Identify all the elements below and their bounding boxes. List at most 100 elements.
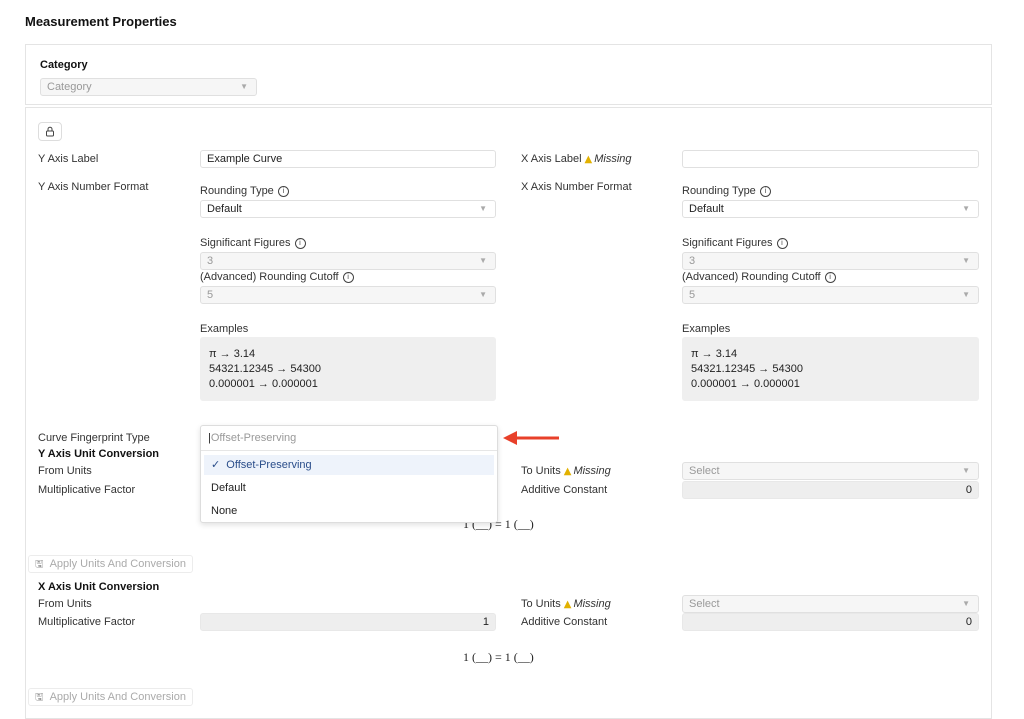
y-to-units-label: To Units ▲ Missing xyxy=(521,465,611,477)
x-sig-figs-select[interactable]: 3 ▼ xyxy=(682,252,979,270)
warning-icon: ▲ xyxy=(563,466,572,477)
y-example-line: 0.000001 → 0.000001 xyxy=(209,378,318,390)
chevron-down-icon: ▼ xyxy=(962,204,970,213)
fingerprint-search-input[interactable]: |Offset-Preserving xyxy=(201,426,497,451)
y-sig-figs-text: Significant Figures xyxy=(200,237,291,249)
y-examples-label: Examples xyxy=(200,323,249,335)
category-placeholder: Category xyxy=(47,81,92,93)
x-rounding-type-value: Default xyxy=(689,203,724,215)
y-additive-input[interactable]: 0 xyxy=(682,481,979,499)
y-example-line: π → 3.14 xyxy=(209,348,256,360)
y-sig-figs-select[interactable]: 3 ▼ xyxy=(200,252,496,270)
y-rounding-type-select[interactable]: Default ▼ xyxy=(200,200,496,218)
x-mult-factor-label: Multiplicative Factor xyxy=(38,616,136,628)
x-axis-label-input[interactable] xyxy=(682,150,979,168)
chevron-down-icon: ▼ xyxy=(962,290,970,299)
y-axis-label-title: Y Axis Label xyxy=(38,153,99,165)
page-title: Measurement Properties xyxy=(25,14,177,29)
y-sig-figs-label: Significant Figures i xyxy=(200,237,306,249)
fingerprint-option-none[interactable]: None xyxy=(204,501,494,521)
y-apply-button[interactable]: 🖫 Apply Units And Conversion xyxy=(28,555,193,573)
x-additive-label: Additive Constant xyxy=(521,616,608,628)
category-select[interactable]: Category ▼ xyxy=(40,78,257,96)
info-icon[interactable]: i xyxy=(277,185,289,197)
chevron-down-icon: ▼ xyxy=(962,256,970,265)
save-icon: 🖫 xyxy=(35,692,44,703)
fingerprint-option-default[interactable]: Default xyxy=(204,478,494,498)
info-icon[interactable]: i xyxy=(759,185,771,197)
x-apply-button[interactable]: 🖫 Apply Units And Conversion xyxy=(28,688,193,706)
lock-icon xyxy=(46,126,54,137)
x-rounding-type-select[interactable]: Default ▼ xyxy=(682,200,979,218)
fingerprint-dropdown[interactable]: |Offset-Preserving ✓ Offset-Preserving D… xyxy=(200,425,498,523)
y-additive-label: Additive Constant xyxy=(521,484,608,496)
x-examples-box: π → 3.14 54321.12345 → 54300 0.000001 → … xyxy=(682,337,979,401)
x-to-units-select[interactable]: Select ▼ xyxy=(682,595,979,613)
x-to-units-text: To Units xyxy=(521,598,561,610)
x-apply-label: Apply Units And Conversion xyxy=(49,691,186,703)
x-additive-input[interactable]: 0 xyxy=(682,613,979,631)
x-cutoff-value: 5 xyxy=(689,289,696,301)
y-to-units-missing: Missing xyxy=(573,465,611,477)
y-from-units-label: From Units xyxy=(38,465,92,477)
info-icon[interactable]: i xyxy=(824,271,836,283)
y-to-units-value: Select xyxy=(689,465,720,477)
y-rounding-type-text: Rounding Type xyxy=(200,185,274,197)
x-axis-label-title: X Axis Label ▲ Missing xyxy=(521,153,632,165)
x-to-units-missing: Missing xyxy=(573,598,611,610)
y-example-line: 54321.12345 → 54300 xyxy=(209,363,321,375)
fingerprint-label: Curve Fingerprint Type xyxy=(38,432,150,444)
x-sig-figs-label: Significant Figures i xyxy=(682,237,788,249)
chevron-down-icon: ▼ xyxy=(962,466,970,475)
chevron-down-icon: ▼ xyxy=(240,82,248,91)
x-number-format-title: X Axis Number Format xyxy=(521,181,632,193)
info-icon[interactable]: i xyxy=(294,237,306,249)
red-arrow-annotation xyxy=(503,431,559,445)
x-conversion-title: X Axis Unit Conversion xyxy=(38,581,160,593)
chevron-down-icon: ▼ xyxy=(479,256,487,265)
x-axis-label-missing: Missing xyxy=(594,153,632,165)
y-examples-box: π → 3.14 54321.12345 → 54300 0.000001 → … xyxy=(200,337,496,401)
y-cutoff-label: (Advanced) Rounding Cutoff i xyxy=(200,271,354,283)
fingerprint-option-label: Offset-Preserving xyxy=(226,459,312,471)
y-rounding-type-value: Default xyxy=(207,203,242,215)
lock-button[interactable] xyxy=(38,122,62,141)
checkmark-icon: ✓ xyxy=(211,459,221,471)
y-cutoff-text: (Advanced) Rounding Cutoff xyxy=(200,271,339,283)
x-rounding-type-label: Rounding Type i xyxy=(682,185,771,197)
x-rounding-type-text: Rounding Type xyxy=(682,185,756,197)
fingerprint-placeholder: Offset-Preserving xyxy=(210,432,297,444)
y-number-format-title: Y Axis Number Format xyxy=(38,181,149,193)
x-example-line: 0.000001 → 0.000001 xyxy=(691,378,800,390)
x-from-units-label: From Units xyxy=(38,598,92,610)
x-to-units-value: Select xyxy=(689,598,720,610)
warning-icon: ▲ xyxy=(563,599,572,610)
x-conversion-formula: 1 (__) = 1 (__) xyxy=(463,650,534,664)
y-mult-factor-label: Multiplicative Factor xyxy=(38,484,136,496)
x-sig-figs-value: 3 xyxy=(689,255,696,267)
info-icon[interactable]: i xyxy=(342,271,354,283)
x-mult-factor-input[interactable]: 1 xyxy=(200,613,496,631)
x-cutoff-label: (Advanced) Rounding Cutoff i xyxy=(682,271,836,283)
y-sig-figs-value: 3 xyxy=(207,255,214,267)
y-cutoff-select[interactable]: 5 ▼ xyxy=(200,286,496,304)
save-icon: 🖫 xyxy=(35,559,44,570)
info-icon[interactable]: i xyxy=(776,237,788,249)
x-axis-label-text: X Axis Label xyxy=(521,153,582,165)
y-axis-label-input[interactable]: Example Curve xyxy=(200,150,496,168)
chevron-down-icon: ▼ xyxy=(962,599,970,608)
y-conversion-title: Y Axis Unit Conversion xyxy=(38,448,160,460)
x-example-line: π → 3.14 xyxy=(691,348,738,360)
x-cutoff-select[interactable]: 5 ▼ xyxy=(682,286,979,304)
category-label: Category xyxy=(40,59,88,71)
x-example-line: 54321.12345 → 54300 xyxy=(691,363,803,375)
chevron-down-icon: ▼ xyxy=(479,290,487,299)
warning-icon: ▲ xyxy=(584,154,593,165)
x-sig-figs-text: Significant Figures xyxy=(682,237,773,249)
y-to-units-select[interactable]: Select ▼ xyxy=(682,462,979,480)
chevron-down-icon: ▼ xyxy=(479,204,487,213)
x-cutoff-text: (Advanced) Rounding Cutoff xyxy=(682,271,821,283)
y-rounding-type-label: Rounding Type i xyxy=(200,185,289,197)
fingerprint-option-offset-preserving[interactable]: ✓ Offset-Preserving xyxy=(204,455,494,475)
x-examples-label: Examples xyxy=(682,323,731,335)
